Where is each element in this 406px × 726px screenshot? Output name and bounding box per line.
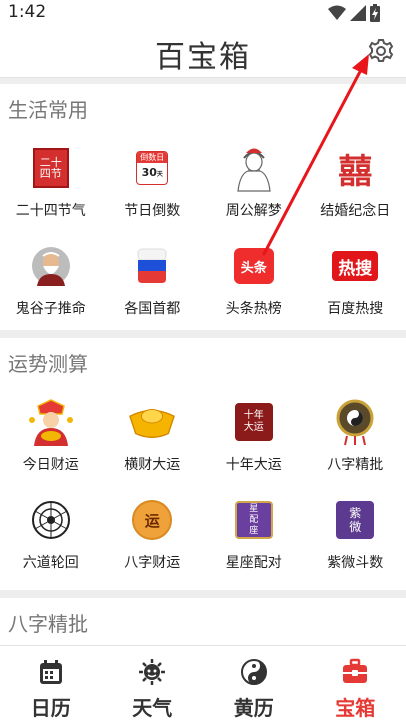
item-ten-year-fortune[interactable]: 十年大运 十年大运 — [203, 384, 305, 482]
item-label: 六道轮回 — [22, 555, 79, 571]
tab-almanac[interactable]: 黄历 — [203, 646, 305, 726]
item-guiguzi[interactable]: 鬼谷子推命 — [0, 228, 102, 326]
yin-yang-icon — [240, 659, 267, 685]
item-label: 八字财运 — [124, 555, 181, 571]
item-label: 星座配对 — [225, 555, 282, 571]
section-daily-life: 生活常用 二十四节 二十四节气 倒数日 30天 节日倒数 周公解梦 囍 结婚纪念… — [0, 84, 406, 330]
section-title: 八字精批 — [8, 612, 88, 636]
settings-button[interactable] — [368, 38, 394, 64]
item-label: 头条热榜 — [225, 301, 282, 317]
item-six-paths[interactable]: 六道轮回 — [0, 482, 102, 580]
toutiao-icon: 头条 — [230, 242, 278, 290]
signal-icon — [350, 5, 366, 21]
tab-label: 日历 — [30, 696, 71, 720]
item-baidu-hot[interactable]: 热搜 百度热搜 — [305, 228, 406, 326]
item-today-wealth[interactable]: 今日财运 — [0, 384, 102, 482]
calendar-icon — [39, 660, 62, 684]
item-label: 紫微斗数 — [327, 555, 384, 571]
tab-label: 黄历 — [233, 696, 274, 720]
six-paths-icon — [27, 496, 75, 544]
weather-icon — [139, 659, 166, 685]
item-label: 二十四节气 — [15, 203, 86, 219]
status-bar: 1:42 — [0, 0, 406, 26]
item-label: 十年大运 — [225, 457, 282, 473]
item-festival-countdown[interactable]: 倒数日 30天 节日倒数 — [102, 130, 204, 228]
item-label: 结婚纪念日 — [320, 203, 391, 219]
item-label: 节日倒数 — [124, 203, 181, 219]
flag-icon — [128, 242, 176, 290]
bazi-wealth-icon: 运 — [128, 496, 176, 544]
item-label: 各国首都 — [124, 301, 181, 317]
item-label: 鬼谷子推命 — [15, 301, 86, 317]
status-icons — [328, 4, 380, 22]
item-label: 横财大运 — [124, 457, 181, 473]
god-of-wealth-icon — [27, 398, 75, 446]
gear-icon — [368, 39, 394, 62]
ziwei-icon: 紫微 — [331, 496, 379, 544]
battery-icon — [370, 4, 380, 22]
bagua-icon — [331, 398, 379, 446]
item-zodiac-match[interactable]: 星 配 座 星座配对 — [203, 482, 305, 580]
tab-label: 天气 — [132, 696, 173, 720]
app-header: 百宝箱 — [0, 26, 406, 78]
tab-label: 宝箱 — [335, 696, 376, 720]
section-fortune: 运势测算 今日财运 横财大运 十年大运 十年大运 八字精批 六道轮回 运 八字财… — [0, 338, 406, 590]
item-dream-interpretation[interactable]: 周公解梦 — [203, 130, 305, 228]
status-time: 1:42 — [8, 2, 47, 22]
countdown-calendar-icon: 倒数日 30天 — [128, 144, 176, 192]
content-area: 生活常用 二十四节 二十四节气 倒数日 30天 节日倒数 周公解梦 囍 结婚纪念… — [0, 84, 406, 645]
item-solar-terms[interactable]: 二十四节 二十四节气 — [0, 130, 102, 228]
tab-treasure-box[interactable]: 宝箱 — [305, 646, 406, 726]
gold-ingot-icon — [128, 398, 176, 446]
feature-grid: 二十四节 二十四节气 倒数日 30天 节日倒数 周公解梦 囍 结婚纪念日 鬼谷子… — [0, 130, 406, 326]
item-toutiao-hot[interactable]: 头条 头条热榜 — [203, 228, 305, 326]
item-bazi-reading[interactable]: 八字精批 — [305, 384, 406, 482]
bottom-tab-bar: 日历 天气 黄历 宝箱 — [0, 645, 406, 726]
treasure-chest-icon — [343, 658, 368, 683]
section-title: 运势测算 — [8, 352, 88, 376]
item-windfall[interactable]: 横财大运 — [102, 384, 204, 482]
ten-year-fortune-icon: 十年大运 — [230, 398, 278, 446]
page-title: 百宝箱 — [155, 40, 251, 75]
zhougong-portrait-icon — [230, 144, 278, 192]
solar-terms-seal-icon: 二十四节 — [27, 144, 75, 192]
item-ziwei[interactable]: 紫微 紫微斗数 — [305, 482, 406, 580]
tab-calendar[interactable]: 日历 — [0, 646, 102, 726]
section-bazi: 八字精批 — [0, 598, 406, 645]
item-wedding-anniversary[interactable]: 囍 结婚纪念日 — [305, 130, 406, 228]
item-bazi-wealth[interactable]: 运 八字财运 — [102, 482, 204, 580]
guiguzi-portrait-icon — [27, 242, 75, 290]
feature-grid: 今日财运 横财大运 十年大运 十年大运 八字精批 六道轮回 运 八字财运 星 配… — [0, 384, 406, 580]
section-title: 生活常用 — [8, 98, 88, 122]
tab-weather[interactable]: 天气 — [102, 646, 204, 726]
baidu-hot-search-icon: 热搜 — [331, 242, 379, 290]
item-label: 百度热搜 — [327, 301, 384, 317]
item-label: 今日财运 — [22, 457, 79, 473]
wifi-icon — [328, 5, 346, 20]
double-happiness-icon: 囍 — [338, 151, 373, 192]
item-label: 周公解梦 — [225, 203, 282, 219]
zodiac-match-icon: 星 配 座 — [230, 496, 278, 544]
item-label: 八字精批 — [327, 457, 384, 473]
item-world-capitals[interactable]: 各国首都 — [102, 228, 204, 326]
